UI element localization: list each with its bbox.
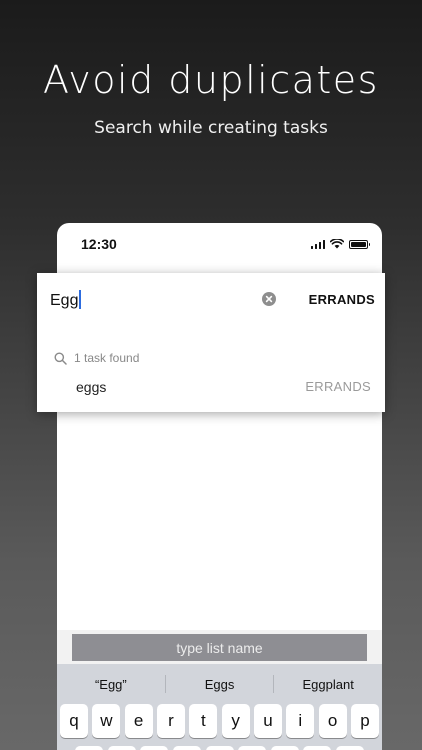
- key-u[interactable]: u: [253, 704, 282, 738]
- key-d[interactable]: [140, 746, 169, 750]
- key-k[interactable]: [303, 746, 332, 750]
- key-e[interactable]: e: [124, 704, 153, 738]
- battery-icon: [349, 240, 370, 249]
- key-r[interactable]: r: [156, 704, 185, 738]
- search-results-header: 1 task found: [54, 351, 139, 365]
- key-o[interactable]: o: [318, 704, 347, 738]
- wifi-icon: [330, 239, 344, 249]
- key-p[interactable]: p: [350, 704, 379, 738]
- status-bar: 12:30: [57, 223, 382, 267]
- key-a[interactable]: [75, 746, 103, 750]
- predictive-bar: “Egg” Eggs Eggplant: [57, 670, 382, 698]
- list-name-bar: type list name: [57, 630, 382, 664]
- key-l[interactable]: [336, 746, 364, 750]
- task-search-input[interactable]: Egg: [50, 290, 260, 312]
- suggestion-3[interactable]: Eggplant: [274, 677, 382, 692]
- clear-search-icon[interactable]: [262, 292, 276, 306]
- cellular-signal-icon: [310, 239, 325, 249]
- promo-headline: Avoid duplicates: [43, 58, 379, 102]
- search-query: Egg: [50, 292, 79, 309]
- suggestion-2[interactable]: Eggs: [166, 677, 274, 692]
- key-j[interactable]: [270, 746, 299, 750]
- search-icon: [54, 352, 67, 365]
- suggestion-1[interactable]: “Egg”: [57, 677, 165, 692]
- result-list-name: ERRANDS: [305, 379, 371, 394]
- key-i[interactable]: i: [286, 704, 315, 738]
- search-result-row[interactable]: eggs ERRANDS: [37, 373, 385, 401]
- search-card: Egg ERRANDS 1 task found eggs ERRANDS: [37, 273, 385, 412]
- key-g[interactable]: [205, 746, 234, 750]
- list-name-input[interactable]: type list name: [72, 634, 367, 661]
- key-w[interactable]: w: [92, 704, 121, 738]
- result-count: 1 task found: [74, 351, 140, 365]
- status-icons: [310, 237, 370, 249]
- key-f[interactable]: [172, 746, 201, 750]
- result-task-name: eggs: [76, 379, 107, 395]
- key-row-top: q w e r t y u i o p: [60, 704, 379, 738]
- key-q[interactable]: q: [60, 704, 88, 738]
- key-t[interactable]: t: [189, 704, 218, 738]
- key-s[interactable]: [107, 746, 136, 750]
- key-row-middle: [75, 746, 364, 750]
- key-h[interactable]: [238, 746, 267, 750]
- status-time: 12:30: [81, 236, 117, 252]
- key-y[interactable]: y: [221, 704, 250, 738]
- keyboard: “Egg” Eggs Eggplant q w e r t y u i o p: [57, 664, 382, 750]
- promo-subline: Search while creating tasks: [94, 118, 328, 138]
- list-select-button[interactable]: ERRANDS: [309, 292, 375, 307]
- text-caret: [79, 290, 81, 309]
